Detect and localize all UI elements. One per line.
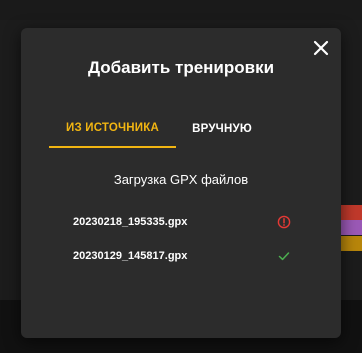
tab-from-source[interactable]: ИЗ ИСТОЧНИКА [49,110,176,148]
background-bar-red [340,205,362,220]
file-name: 20230218_195335.gpx [73,216,188,228]
check-icon [277,249,291,263]
background-topbar [0,0,362,20]
close-button[interactable] [311,38,331,58]
tab-bar: ИЗ ИСТОЧНИКА ВРУЧНУЮ [49,110,268,148]
error-circle-icon [277,215,291,229]
background-bar-purple [340,220,362,235]
tab-manual[interactable]: ВРУЧНУЮ [176,110,268,148]
background-bar-orange [340,236,362,251]
file-row: 20230129_145817.gpx [73,246,291,266]
upload-heading: Загрузка GPX файлов [113,172,249,187]
close-icon [311,38,331,58]
add-workouts-modal: Добавить тренировки ИЗ ИСТОЧНИКА ВРУЧНУЮ… [21,28,341,338]
file-name: 20230129_145817.gpx [73,250,188,262]
file-row: 20230218_195335.gpx [73,212,291,232]
modal-title: Добавить тренировки [87,58,275,77]
